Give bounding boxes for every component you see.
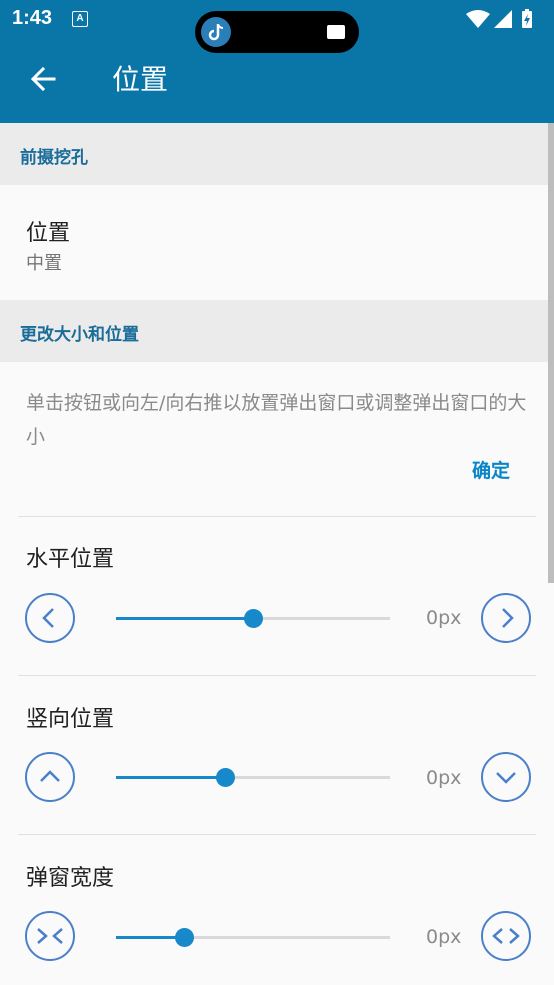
instruction-text: 单击按钮或向左/向右推以放置弹出窗口或调整弹出窗口的大小 bbox=[26, 392, 527, 448]
move-up-button[interactable] bbox=[25, 752, 75, 802]
section-header-label: 前摄挖孔 bbox=[20, 148, 88, 168]
expand-width-button[interactable] bbox=[481, 911, 531, 961]
horizontal-position-label: 水平位置 bbox=[26, 547, 115, 572]
shrink-width-button[interactable] bbox=[25, 911, 75, 961]
divider bbox=[18, 834, 536, 835]
wifi-icon bbox=[466, 10, 490, 28]
signal-icon bbox=[494, 10, 512, 28]
status-icons bbox=[464, 8, 544, 34]
slider-thumb[interactable] bbox=[216, 768, 236, 787]
vertical-position-value: 0px bbox=[426, 767, 462, 789]
battery-icon bbox=[522, 9, 532, 28]
popup-width-value: 0px bbox=[426, 926, 462, 948]
section-header-resize: 更改大小和位置 bbox=[0, 300, 548, 362]
position-title: 位置 bbox=[26, 221, 71, 246]
divider bbox=[18, 675, 536, 676]
message-icon bbox=[327, 25, 345, 39]
shrink-width-icon bbox=[37, 928, 63, 944]
chevron-right-icon bbox=[502, 608, 514, 628]
tiktok-icon bbox=[201, 17, 231, 47]
vertical-position-label: 竖向位置 bbox=[26, 707, 115, 732]
chevron-down-icon bbox=[496, 772, 516, 784]
move-left-button[interactable] bbox=[25, 593, 75, 643]
position-setting[interactable]: 位置 中置 bbox=[0, 185, 548, 300]
ok-button[interactable]: 确定 bbox=[472, 456, 510, 483]
divider bbox=[18, 516, 536, 517]
chevron-left-icon bbox=[42, 608, 54, 628]
page-title: 位置 bbox=[112, 63, 169, 96]
horizontal-position-slider[interactable] bbox=[116, 609, 390, 628]
move-down-button[interactable] bbox=[481, 752, 531, 802]
move-right-button[interactable] bbox=[481, 593, 531, 643]
position-value: 中置 bbox=[26, 253, 62, 274]
vertical-position-slider[interactable] bbox=[116, 768, 390, 787]
slider-fill bbox=[116, 776, 226, 779]
back-arrow-icon[interactable] bbox=[26, 61, 62, 97]
section-header-label: 更改大小和位置 bbox=[20, 325, 139, 345]
slider-thumb[interactable] bbox=[175, 928, 194, 947]
chevron-up-icon bbox=[40, 770, 60, 782]
scrollbar-thumb[interactable] bbox=[548, 123, 554, 583]
notification-icon: A bbox=[72, 11, 88, 27]
horizontal-position-value: 0px bbox=[426, 607, 462, 629]
slider-thumb[interactable] bbox=[243, 609, 263, 628]
camera-cutout-pill bbox=[195, 11, 359, 53]
slider-fill bbox=[116, 617, 253, 620]
expand-width-icon bbox=[492, 928, 520, 944]
popup-width-slider[interactable] bbox=[116, 928, 390, 947]
section-header-cutout: 前摄挖孔 bbox=[0, 123, 548, 185]
popup-width-label: 弹窗宽度 bbox=[26, 866, 115, 891]
status-time: 1:43 bbox=[12, 7, 53, 29]
